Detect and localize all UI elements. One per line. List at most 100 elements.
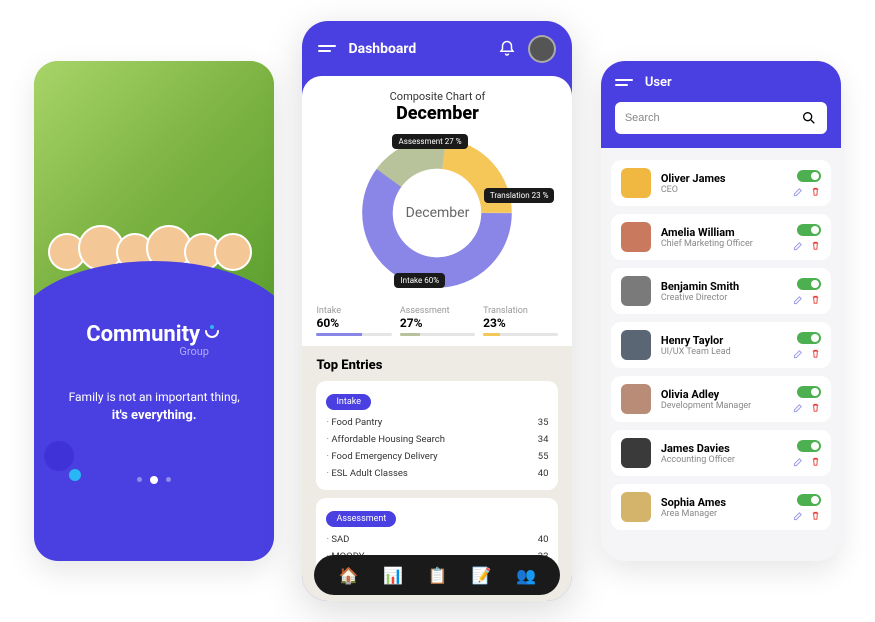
toggle-switch[interactable]: [797, 386, 821, 398]
user-card[interactable]: Olivia Adley Development Manager: [611, 376, 831, 422]
brand-subtitle: Group: [179, 345, 209, 358]
toggle-switch[interactable]: [797, 494, 821, 506]
user-card[interactable]: Amelia William Chief Marketing Officer: [611, 214, 831, 260]
user-role: CEO: [661, 185, 783, 195]
users-screen: User Oliver James CEO Amelia William Chi…: [601, 61, 841, 561]
home-icon[interactable]: 🏠: [339, 566, 359, 585]
stat-bar: [400, 333, 475, 336]
entry-row: ESL Adult Classes40: [326, 465, 548, 482]
search-box[interactable]: [615, 102, 827, 134]
user-info: Olivia Adley Development Manager: [661, 388, 783, 411]
entry-group: IntakeFood Pantry35Affordable Housing Se…: [316, 381, 558, 490]
page-dot-active[interactable]: [150, 476, 158, 484]
user-avatar: [621, 222, 651, 252]
user-info: Benjamin Smith Creative Director: [661, 280, 783, 303]
entry-label: SAD: [326, 534, 349, 545]
entry-label: Food Pantry: [326, 417, 382, 428]
user-role: Development Manager: [661, 401, 783, 411]
user-role: UI/UX Team Lead: [661, 347, 783, 357]
stats-row: Intake 60% Assessment 27% Translation 23…: [316, 306, 558, 336]
user-info: Henry Taylor UI/UX Team Lead: [661, 334, 783, 357]
delete-icon[interactable]: [810, 510, 821, 521]
edit-icon[interactable]: [793, 294, 804, 305]
entry-value: 40: [538, 534, 549, 545]
user-card[interactable]: Oliver James CEO: [611, 160, 831, 206]
donut-center-label: December: [406, 205, 470, 221]
page-indicator[interactable]: [137, 476, 171, 484]
users-header: User: [601, 61, 841, 148]
user-card[interactable]: Henry Taylor UI/UX Team Lead: [611, 322, 831, 368]
user-card[interactable]: Sophia Ames Area Manager: [611, 484, 831, 530]
chart-chip-assessment: Assessment 27 %: [392, 134, 467, 149]
user-card[interactable]: Benjamin Smith Creative Director: [611, 268, 831, 314]
toggle-switch[interactable]: [797, 170, 821, 182]
edit-icon[interactable]: [793, 186, 804, 197]
entry-label: Food Emergency Delivery: [326, 451, 437, 462]
toggle-switch[interactable]: [797, 332, 821, 344]
user-avatar: [621, 384, 651, 414]
stat-item: Translation 23%: [483, 306, 558, 336]
entry-label: Affordable Housing Search: [326, 434, 445, 445]
stat-bar: [316, 333, 391, 336]
edit-icon[interactable]: [793, 510, 804, 521]
user-actions: [793, 386, 821, 413]
user-info: Oliver James CEO: [661, 172, 783, 195]
page-dot[interactable]: [137, 477, 142, 482]
user-avatar: [621, 438, 651, 468]
user-role: Accounting Officer: [661, 455, 783, 465]
welcome-screen: Community Group Family is not an importa…: [34, 61, 274, 561]
list-icon[interactable]: 📋: [428, 566, 448, 585]
stat-label: Intake: [316, 306, 391, 316]
tagline: Family is not an important thing, it's e…: [69, 388, 240, 426]
entry-row: SAD 40: [326, 531, 548, 548]
edit-icon[interactable]: [793, 240, 804, 251]
search-input[interactable]: [625, 112, 801, 124]
toggle-switch[interactable]: [797, 224, 821, 236]
user-actions: [793, 278, 821, 305]
delete-icon[interactable]: [810, 186, 821, 197]
delete-icon[interactable]: [810, 456, 821, 467]
edit-icon[interactable]: [793, 348, 804, 359]
chart-chip-intake: Intake 60%: [394, 273, 445, 288]
people-icon[interactable]: 👥: [516, 566, 536, 585]
entry-row: Affordable Housing Search34: [326, 431, 548, 448]
chart-icon[interactable]: 📊: [383, 566, 403, 585]
decor-bubble: [44, 441, 74, 471]
entry-label: ESL Adult Classes: [326, 468, 407, 479]
bell-icon[interactable]: [498, 40, 516, 58]
delete-icon[interactable]: [810, 348, 821, 359]
group-pill: Intake: [326, 394, 371, 410]
user-actions: [793, 332, 821, 359]
user-role: Chief Marketing Officer: [661, 239, 783, 249]
notes-icon[interactable]: 📝: [472, 566, 492, 585]
delete-icon[interactable]: [810, 402, 821, 413]
user-card[interactable]: James Davies Accounting Officer: [611, 430, 831, 476]
avatar[interactable]: [528, 35, 556, 63]
delete-icon[interactable]: [810, 240, 821, 251]
chart-supertitle: Composite Chart of: [316, 90, 558, 103]
user-actions: [793, 170, 821, 197]
page-title: User: [645, 75, 672, 90]
stat-item: Assessment 27%: [400, 306, 475, 336]
stat-bar: [483, 333, 558, 336]
page-dot[interactable]: [166, 477, 171, 482]
chart-card: Composite Chart of December December Ass…: [302, 76, 572, 346]
toggle-switch[interactable]: [797, 440, 821, 452]
search-icon[interactable]: [801, 110, 817, 126]
page-title: Dashboard: [348, 41, 486, 57]
user-actions: [793, 224, 821, 251]
donut-chart: December Assessment 27 % Translation 23 …: [352, 128, 522, 298]
delete-icon[interactable]: [810, 294, 821, 305]
menu-icon[interactable]: [615, 79, 633, 86]
decor-bubble: [69, 469, 81, 481]
group-pill: Assessment: [326, 511, 396, 527]
bottom-nav: 🏠 📊 📋 📝 👥: [314, 555, 560, 595]
edit-icon[interactable]: [793, 456, 804, 467]
user-actions: [793, 440, 821, 467]
toggle-switch[interactable]: [797, 278, 821, 290]
entry-row: Food Pantry35: [326, 414, 548, 431]
stat-value: 23%: [483, 316, 558, 330]
menu-icon[interactable]: [318, 45, 336, 52]
dashboard-header: Dashboard: [302, 21, 572, 76]
edit-icon[interactable]: [793, 402, 804, 413]
